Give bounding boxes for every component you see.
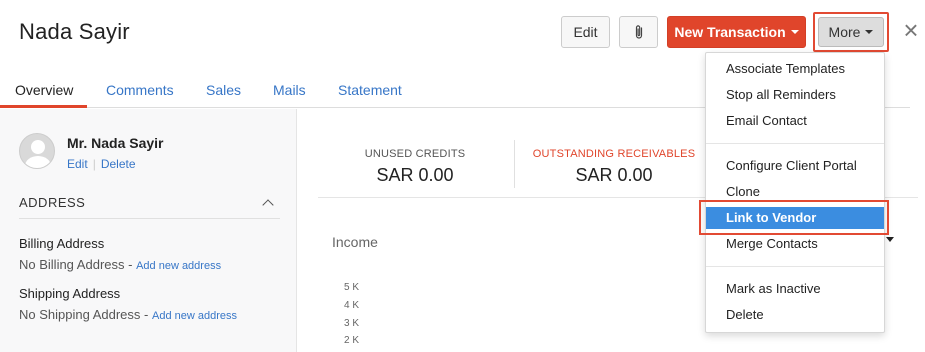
menu-item-delete[interactable]: Delete: [706, 304, 884, 326]
y-tick: 3 K: [344, 318, 360, 329]
menu-item-email-contact[interactable]: Email Contact: [706, 110, 884, 132]
more-button-highlight: More: [813, 12, 889, 52]
tab-mails[interactable]: Mails: [273, 82, 306, 98]
tab-sales[interactable]: Sales: [206, 82, 241, 98]
tab-statement[interactable]: Statement: [338, 82, 402, 98]
shipping-address-text: No Shipping Address -: [19, 307, 149, 322]
contact-edit-link[interactable]: Edit: [67, 157, 88, 171]
new-transaction-label: New Transaction: [674, 24, 786, 40]
contact-sidebar: Mr. Nada Sayir Edit | Delete ADDRESS Billi…: [0, 109, 297, 352]
avatar: [19, 133, 55, 169]
more-menu: Associate Templates Stop all Reminders E…: [705, 52, 885, 333]
close-icon[interactable]: ×: [899, 17, 923, 43]
section-divider: [19, 218, 280, 219]
menu-item-stop-reminders[interactable]: Stop all Reminders: [706, 84, 884, 106]
caret-down-icon[interactable]: [886, 237, 894, 242]
edit-button-label: Edit: [573, 24, 598, 40]
billing-address-text: No Billing Address -: [19, 257, 133, 272]
y-tick: 5 K: [344, 282, 360, 293]
tab-overview[interactable]: Overview: [15, 82, 73, 98]
menu-item-mark-inactive[interactable]: Mark as Inactive: [706, 278, 884, 300]
page-title: Nada Sayir: [19, 19, 130, 44]
attach-button[interactable]: [619, 16, 658, 48]
edit-button[interactable]: Edit: [561, 16, 610, 48]
unused-credits-label: UNUSED CREDITS: [364, 148, 466, 160]
shipping-address-label: Shipping Address: [19, 286, 121, 301]
divider: |: [92, 157, 96, 171]
menu-item-configure-portal[interactable]: Configure Client Portal: [706, 155, 884, 177]
contact-actions: Edit | Delete: [67, 157, 136, 171]
billing-address-label: Billing Address: [19, 236, 105, 251]
contact-delete-link[interactable]: Delete: [101, 157, 136, 171]
more-button[interactable]: More: [818, 17, 884, 47]
add-billing-address-link[interactable]: Add new address: [136, 260, 221, 272]
y-tick: 2 K: [344, 335, 360, 346]
billing-address-value: No Billing Address - Add new address: [19, 257, 221, 272]
menu-item-merge-contacts[interactable]: Merge Contacts: [706, 233, 884, 255]
new-transaction-button[interactable]: New Transaction: [667, 16, 806, 48]
metric-divider: [514, 140, 515, 188]
chevron-up-icon[interactable]: [262, 199, 274, 211]
tab-comments[interactable]: Comments: [106, 82, 174, 98]
unused-credits-value: SAR 0.00: [376, 165, 454, 185]
unused-credits: UNUSED CREDITS SAR 0.00: [340, 148, 490, 186]
shipping-address-value: No Shipping Address - Add new address: [19, 307, 237, 322]
receivables-value: SAR 0.00: [575, 165, 653, 185]
link-to-vendor-highlight: [699, 200, 889, 235]
y-tick: 4 K: [344, 300, 360, 311]
add-shipping-address-link[interactable]: Add new address: [152, 310, 237, 322]
active-tab-indicator: [0, 105, 87, 108]
menu-divider: [706, 143, 884, 144]
caret-down-icon: [790, 30, 799, 34]
menu-item-associate-templates[interactable]: Associate Templates: [706, 58, 884, 80]
address-section-title: ADDRESS: [19, 195, 86, 210]
receivables-label: OUTSTANDING RECEIVABLES: [532, 148, 696, 160]
paperclip-icon: [635, 25, 642, 39]
income-title: Income: [332, 234, 378, 250]
contact-name: Mr. Nada Sayir: [67, 135, 164, 151]
more-button-label: More: [828, 24, 861, 40]
menu-divider: [706, 266, 884, 267]
caret-down-icon: [865, 30, 874, 34]
outstanding-receivables: OUTSTANDING RECEIVABLES SAR 0.00: [532, 148, 696, 186]
